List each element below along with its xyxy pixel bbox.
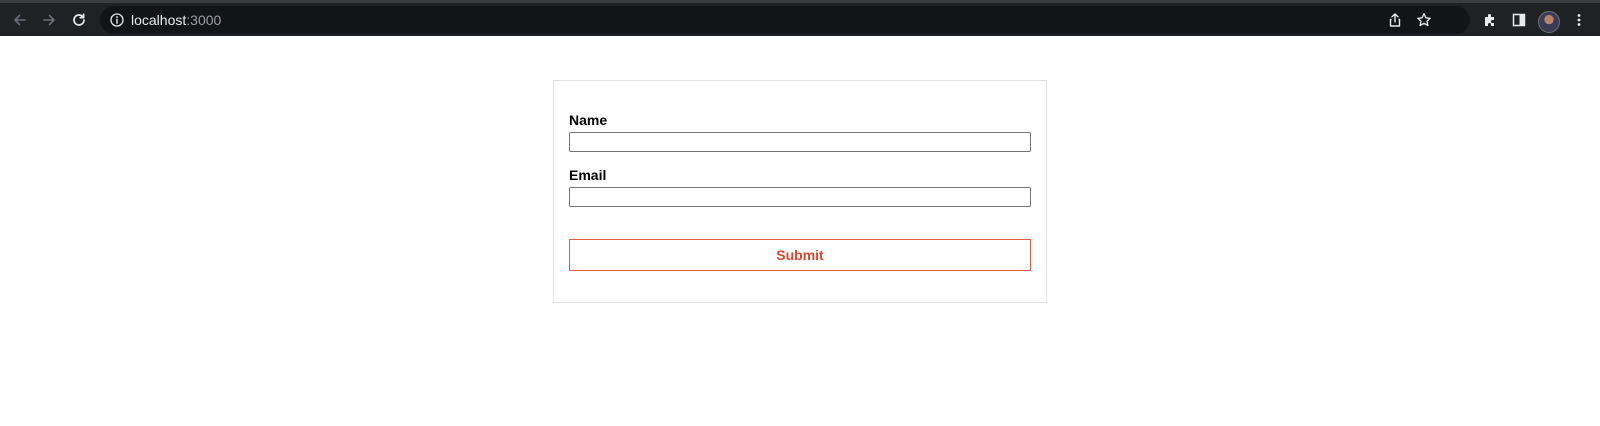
email-label: Email: [569, 167, 607, 183]
url-text[interactable]: localhost:3000: [131, 12, 221, 28]
address-bar[interactable]: localhost:3000: [100, 6, 1470, 34]
forward-arrow-icon[interactable]: [36, 7, 62, 33]
extensions-icon[interactable]: [1477, 7, 1503, 33]
star-icon[interactable]: [1416, 12, 1432, 28]
profile-avatar[interactable]: [1538, 11, 1560, 33]
name-input[interactable]: [569, 132, 1031, 152]
share-icon[interactable]: [1387, 12, 1403, 28]
back-arrow-icon[interactable]: [7, 7, 33, 33]
url-host: localhost: [131, 12, 187, 28]
info-icon[interactable]: [109, 12, 125, 28]
email-input[interactable]: [569, 187, 1031, 207]
more-menu-icon[interactable]: [1566, 7, 1592, 33]
signup-form: Name Email Submit: [553, 80, 1047, 303]
side-panel-icon[interactable]: [1506, 7, 1532, 33]
browser-toolbar: localhost:3000: [0, 0, 1600, 36]
submit-button[interactable]: Submit: [569, 239, 1031, 271]
name-label: Name: [569, 112, 608, 128]
url-port: :3000: [186, 12, 222, 28]
reload-icon[interactable]: [66, 7, 92, 33]
